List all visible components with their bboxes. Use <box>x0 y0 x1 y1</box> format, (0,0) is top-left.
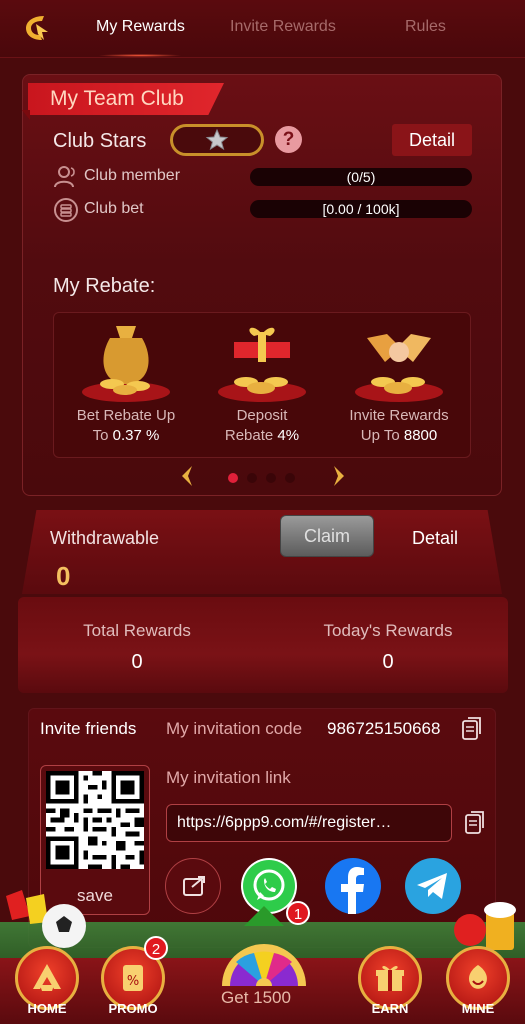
club-stars-label: Club Stars <box>53 130 147 152</box>
withdrawable-label: Withdrawable <box>50 528 160 548</box>
carousel-dot[interactable] <box>247 473 257 483</box>
rebate-invite-line2-prefix: Up To <box>360 427 404 444</box>
club-member-label: Club member <box>84 167 181 184</box>
rebate-deposit-line1: Deposit <box>236 407 288 424</box>
back-logo-icon[interactable] <box>18 10 54 46</box>
nav-earn-label: EARN <box>371 1001 409 1016</box>
carousel-dot[interactable] <box>266 473 276 483</box>
invitation-link-field[interactable]: https://6ppp9.com/#/register… <box>166 804 452 842</box>
promo-badge: 2 <box>144 936 168 960</box>
star-icon <box>205 128 229 151</box>
club-stars-badge <box>170 124 264 156</box>
money-bag-icon <box>82 326 170 402</box>
qr-code-image <box>46 771 144 869</box>
rebate-bet-value: 0.37 % <box>112 427 160 444</box>
tab-my-rewards[interactable]: My Rewards <box>96 18 185 36</box>
person-icon <box>53 164 79 190</box>
invitation-code: 986725150668 <box>327 719 441 738</box>
rebate-invite-value: 8800 <box>403 427 438 444</box>
withdrawable-amount: 0 <box>56 561 71 591</box>
rebate-invite-line1: Invite Rewards <box>349 407 449 424</box>
svg-text:%: % <box>127 974 139 989</box>
coin-stack-icon <box>53 197 79 223</box>
club-detail-button[interactable]: Detail <box>392 124 472 156</box>
today-rewards-value: 0 <box>382 651 394 673</box>
tab-invite-rewards[interactable]: Invite Rewards <box>230 18 336 36</box>
club-bet-progress: [0.00 / 100k] <box>250 200 472 218</box>
claim-button[interactable]: Claim <box>280 515 374 557</box>
rebate-bet-line2-prefix: To <box>92 427 113 444</box>
active-tab-indicator <box>98 54 182 57</box>
team-club-title: My Team Club <box>28 83 224 115</box>
nav-promo-label: PROMO <box>108 1001 158 1016</box>
copy-link-icon[interactable] <box>463 810 487 836</box>
ribbon-fold <box>22 110 30 120</box>
invitation-link-label: My invitation link <box>166 768 291 787</box>
help-icon[interactable]: ? <box>275 126 302 153</box>
withdraw-banner <box>22 510 502 594</box>
rewards-summary <box>18 597 508 693</box>
rebate-title: My Rebate: <box>53 275 156 297</box>
rebate-item-bet[interactable]: Bet Rebate Up To 0.37 % <box>56 318 196 446</box>
top-nav: My Rewards Invite Rewards Rules <box>0 0 525 58</box>
carousel-next-icon[interactable] <box>330 464 348 488</box>
carousel-dot[interactable] <box>285 473 295 483</box>
rebate-deposit-line2-prefix: Rebate <box>224 427 278 444</box>
rebate-deposit-value: 4% <box>277 427 300 444</box>
withdraw-detail-button[interactable]: Detail <box>412 528 458 549</box>
carousel-dot[interactable] <box>228 473 238 483</box>
copy-code-icon[interactable] <box>460 716 484 742</box>
rebate-item-deposit[interactable]: Deposit Rebate 4% <box>192 318 332 446</box>
rebate-bet-line1: Bet Rebate Up <box>76 407 176 424</box>
nav-home-label: HOME <box>27 1001 67 1016</box>
club-bet-label: Club bet <box>84 200 144 217</box>
nav-mine-label: MINE <box>461 1001 495 1016</box>
club-member-progress: (0/5) <box>250 168 472 186</box>
total-rewards-label: Total Rewards <box>83 621 191 640</box>
invitation-code-label: My invitation code <box>166 719 303 738</box>
handshake-coins-icon <box>355 334 443 402</box>
tab-rules[interactable]: Rules <box>405 18 446 36</box>
wheel-badge: 1 <box>286 901 310 925</box>
gift-coins-icon <box>218 327 306 402</box>
total-rewards-value: 0 <box>131 651 143 673</box>
get-bonus-label[interactable]: Get 1500 <box>206 988 306 1008</box>
carousel-dots <box>228 473 295 483</box>
invite-friends-title: Invite friends <box>40 719 137 738</box>
today-rewards-label: Today's Rewards <box>323 621 453 640</box>
carousel-prev-icon[interactable] <box>178 464 196 488</box>
rebate-item-invite[interactable]: Invite Rewards Up To 8800 <box>329 318 469 446</box>
